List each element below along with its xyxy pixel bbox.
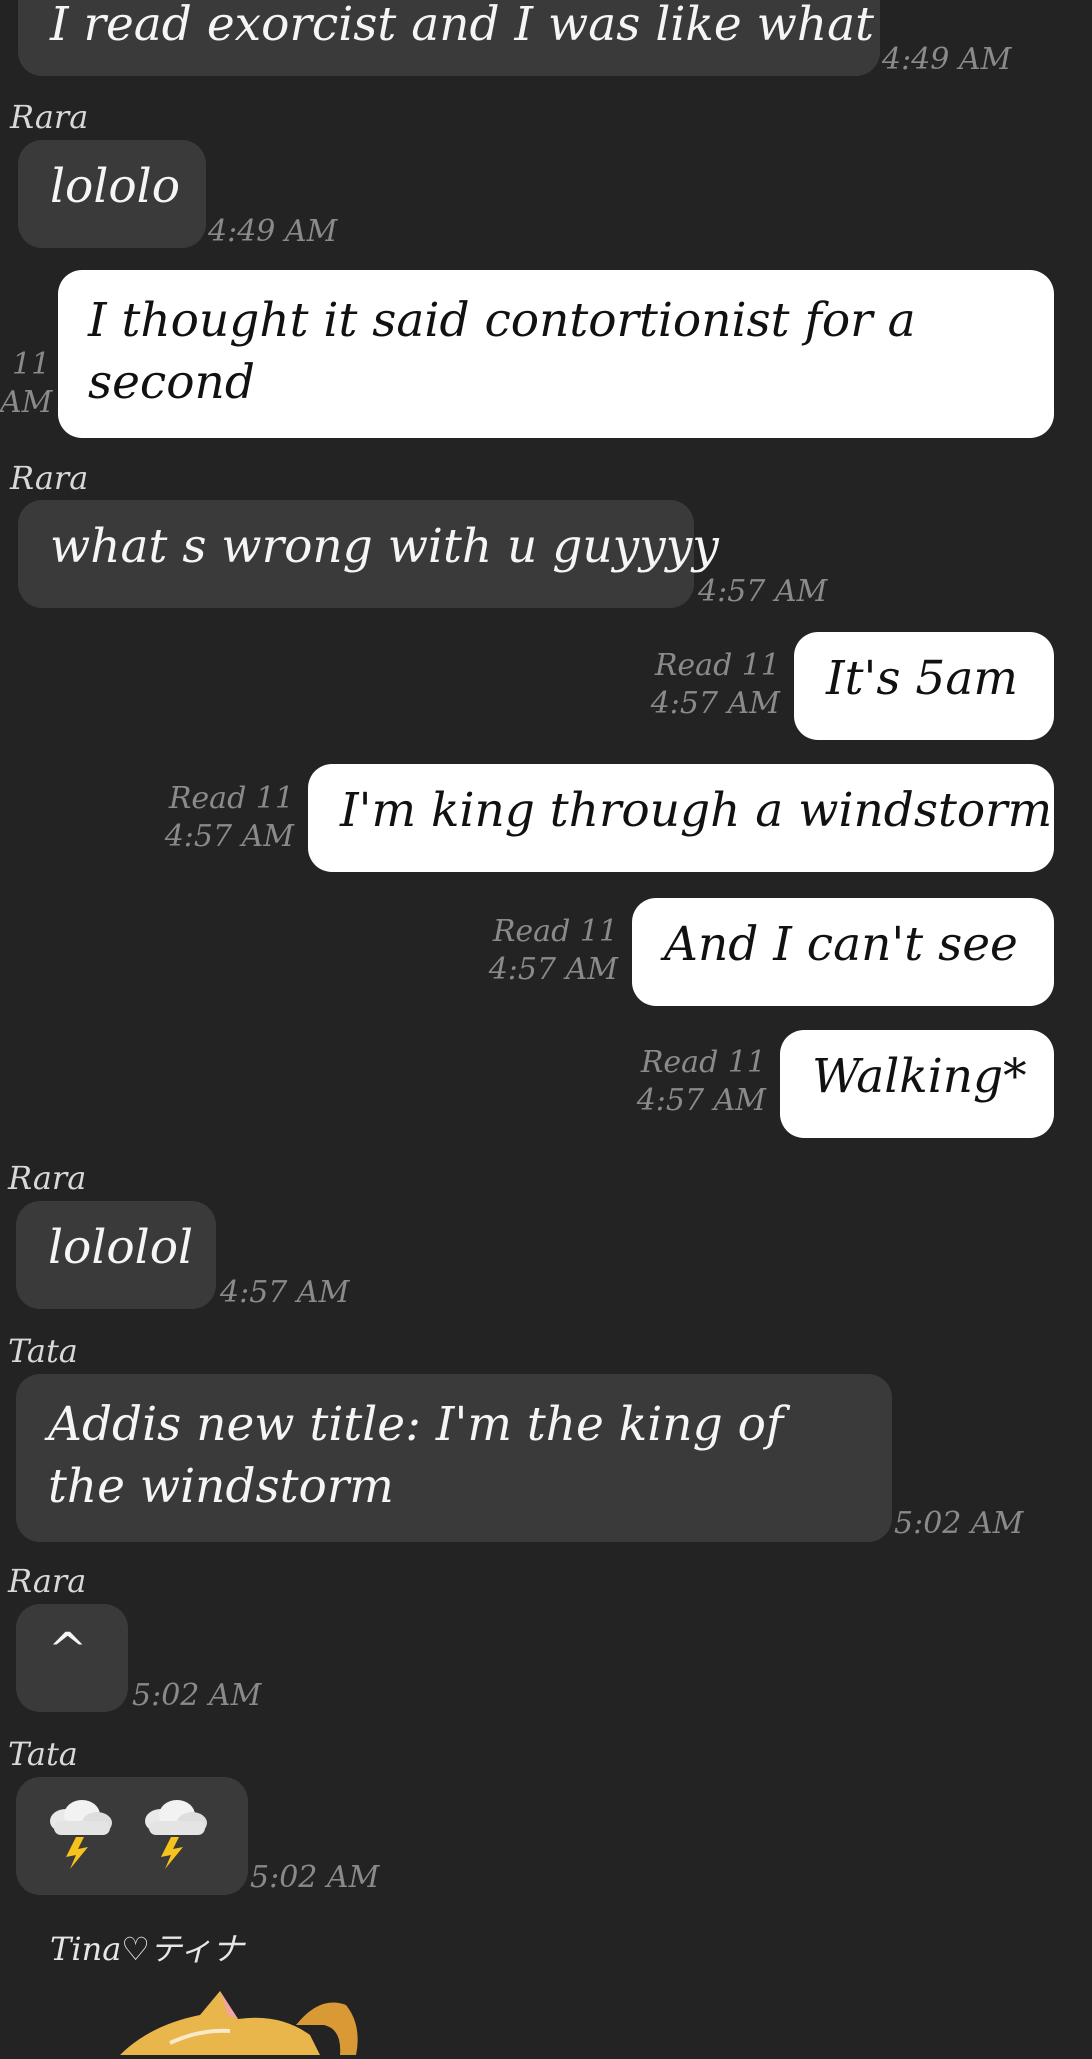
message-text: I read exorcist and I was like what <box>50 0 875 52</box>
sender-name: Rara <box>10 459 89 497</box>
message-bubble[interactable]: ^ <box>16 1604 128 1712</box>
message-time: 5:02 AM <box>250 1860 380 1895</box>
message-bubble[interactable]: It's 5am <box>794 632 1054 740</box>
read-receipt: Read 11 <box>654 648 780 683</box>
read-receipt: 11 <box>12 347 51 382</box>
message-meta: Read 11 4:57 AM <box>474 913 618 989</box>
message-time: 5:02 AM <box>132 1678 262 1713</box>
chat-thread: I read exorcist and I was like what 4:49… <box>0 0 1092 2055</box>
message-text: Walking* <box>812 1049 1027 1104</box>
message-text: And I can't see <box>664 917 1018 972</box>
message-meta: Read 11 4:57 AM <box>640 647 780 723</box>
read-receipt: Read 11 <box>168 781 294 816</box>
message-meta: 11 AM <box>0 346 52 422</box>
message-bubble[interactable]: Addis new title: I'm the king of the win… <box>16 1374 892 1542</box>
thunderstorm-icon <box>137 1795 213 1887</box>
message-text: I thought it said contortionist for a se… <box>88 293 916 410</box>
sender-name: Rara <box>10 98 89 136</box>
message-time: 4:57 AM <box>650 686 780 721</box>
sender-name: Rara <box>8 1159 87 1197</box>
message-text: lololo <box>50 159 180 214</box>
message-text: I'm king through a windstorm <box>340 783 1053 838</box>
message-time: 4:57 AM <box>636 1083 766 1118</box>
message-meta: Read 11 4:57 AM <box>620 1044 766 1120</box>
message-time: 5:02 AM <box>894 1506 1024 1541</box>
message-meta: Read 11 4:57 AM <box>150 780 294 856</box>
sender-name: Tina♡ティナ <box>50 1930 245 1968</box>
message-text: lololol <box>48 1220 194 1275</box>
message-time: 4:57 AM <box>698 574 828 609</box>
message-time: 4:49 AM <box>208 214 338 249</box>
message-text: Addis new title: I'm the king of the win… <box>48 1397 784 1514</box>
message-bubble[interactable]: I'm king through a windstorm <box>308 764 1054 872</box>
message-bubble[interactable]: lololo <box>18 140 206 248</box>
message-time: AM <box>0 385 53 420</box>
read-receipt: Read 11 <box>640 1045 766 1080</box>
sender-name: Tata <box>8 1332 78 1370</box>
read-receipt: Read 11 <box>492 914 618 949</box>
message-bubble[interactable] <box>16 1777 248 1895</box>
message-time: 4:57 AM <box>164 819 294 854</box>
message-text: what s wrong with u guyyyy <box>50 519 719 574</box>
thunderstorm-icon <box>42 1795 118 1887</box>
message-bubble[interactable]: And I can't see <box>632 898 1054 1006</box>
message-bubble[interactable]: Walking* <box>780 1030 1054 1138</box>
sender-name: Rara <box>8 1562 87 1600</box>
message-bubble[interactable]: I thought it said contortionist for a se… <box>58 270 1054 438</box>
message-text: It's 5am <box>826 651 1018 706</box>
message-time: 4:49 AM <box>882 42 1012 77</box>
message-bubble[interactable]: lololol <box>16 1201 216 1309</box>
message-bubble[interactable]: I read exorcist and I was like what <box>18 0 880 76</box>
message-time: 4:57 AM <box>488 952 618 987</box>
message-bubble[interactable]: what s wrong with u guyyyy <box>18 500 719 608</box>
message-time: 4:57 AM <box>220 1275 350 1310</box>
sender-name: Tata <box>8 1735 78 1773</box>
message-text: ^ <box>48 1623 88 1678</box>
